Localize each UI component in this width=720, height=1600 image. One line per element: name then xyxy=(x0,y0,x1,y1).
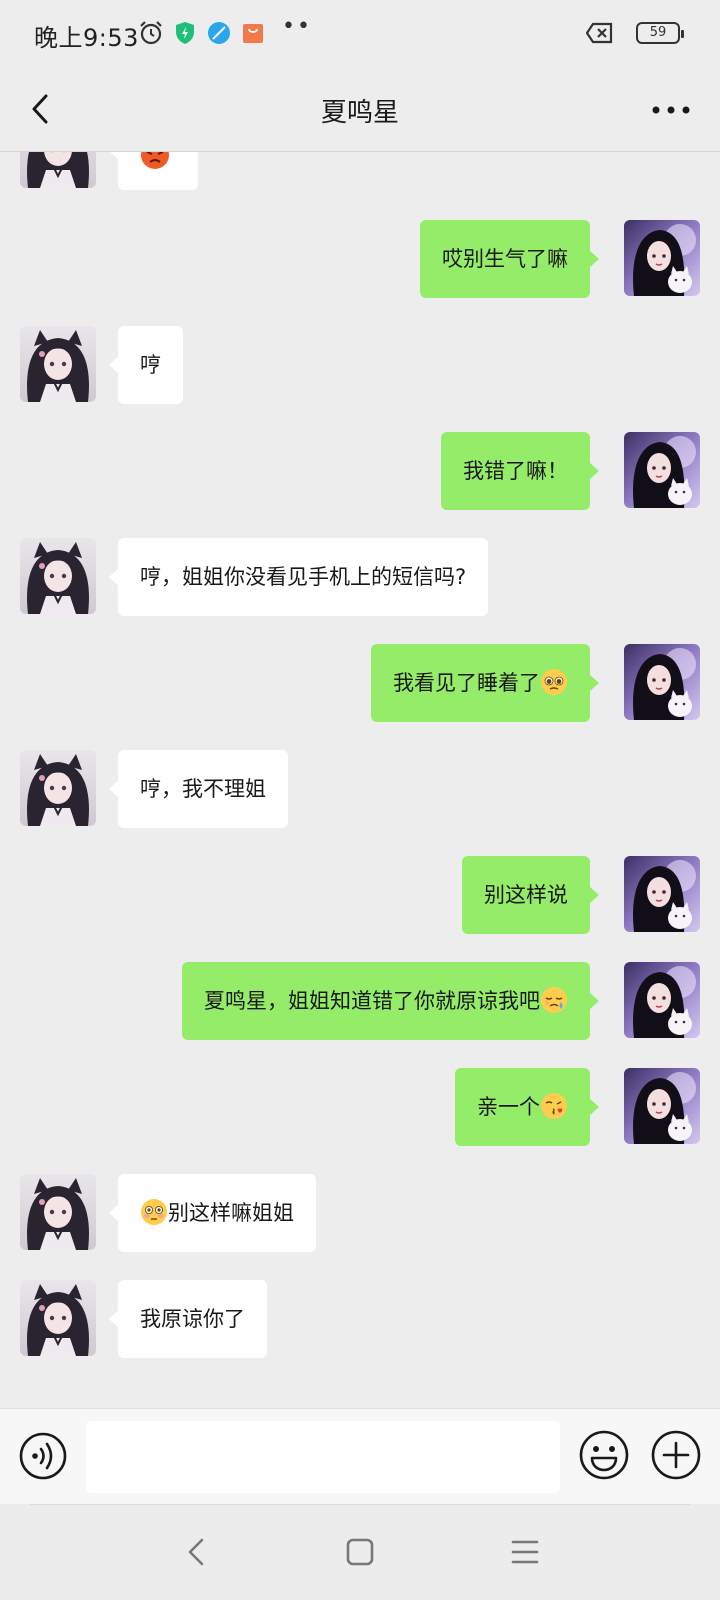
chat-title: 夏鸣星 xyxy=(320,98,399,128)
shield-icon xyxy=(176,22,194,44)
contact-avatar[interactable] xyxy=(20,152,96,188)
message-text: 哼，姐姐你没看见手机上的短信吗? xyxy=(140,565,467,589)
chat-header: 夏鸣星 xyxy=(0,70,720,152)
sent-message-bubble[interactable]: 我错了嘛！ xyxy=(441,432,599,510)
message-input[interactable] xyxy=(86,1421,560,1493)
message-text: 别这样说 xyxy=(484,883,568,907)
kissing-face-emoji-icon xyxy=(540,1092,568,1120)
alarm-icon xyxy=(140,21,162,45)
status-time: 晚上9:53 xyxy=(34,24,139,52)
system-navigation-bar xyxy=(0,1504,720,1600)
more-functions-button[interactable] xyxy=(650,1429,702,1481)
system-home-button[interactable] xyxy=(340,1532,380,1572)
sleepy-face-emoji-icon xyxy=(540,986,568,1014)
battery-indicator: 59 xyxy=(636,22,684,44)
message-text: 哎别生气了嘛 xyxy=(442,247,568,271)
my-avatar[interactable] xyxy=(624,1068,700,1144)
message-text: 我看见了睡着了 xyxy=(393,671,540,695)
message-text: 夏鸣星，姐姐知道错了你就原谅我吧 xyxy=(204,989,540,1013)
received-message-bubble[interactable]: 别这样嘛姐姐 xyxy=(109,1174,316,1252)
more-options-button[interactable] xyxy=(646,92,696,128)
message-text: 我原谅你了 xyxy=(140,1307,245,1331)
sent-message-bubble[interactable]: 哎别生气了嘛 xyxy=(420,220,599,298)
message-text: 哼 xyxy=(140,353,161,377)
divider xyxy=(30,1504,690,1505)
angry-face-emoji-icon xyxy=(141,152,169,169)
my-avatar[interactable] xyxy=(624,644,700,720)
received-message-bubble[interactable]: 我原谅你了 xyxy=(109,1280,267,1358)
my-avatar[interactable] xyxy=(624,432,700,508)
my-avatar[interactable] xyxy=(624,856,700,932)
received-message-bubble[interactable]: 哼，我不理姐 xyxy=(109,750,288,828)
no-sim-icon xyxy=(586,22,613,44)
emoji-button[interactable] xyxy=(578,1429,630,1481)
received-message-bubble[interactable]: 哼，姐姐你没看见手机上的短信吗? xyxy=(108,538,489,616)
message-text: 亲一个 xyxy=(477,1095,540,1119)
sent-message-bubble[interactable]: 夏鸣星，姐姐知道错了你就原谅我吧 xyxy=(182,962,599,1040)
message-text: 我错了嘛！ xyxy=(463,459,568,483)
sent-message-bubble[interactable]: 别这样说 xyxy=(462,856,599,934)
system-back-button[interactable] xyxy=(178,1532,218,1572)
system-menu-button[interactable] xyxy=(505,1532,545,1572)
message-list[interactable]: 哎别生气了嘛哼我错了嘛！ 哼，姐姐你没看见手机上的短信吗? 我看见了睡着了哼，我不理… xyxy=(0,152,720,1408)
contact-avatar[interactable] xyxy=(20,326,96,402)
my-avatar[interactable] xyxy=(624,962,700,1038)
message-bubble-partial[interactable] xyxy=(109,152,198,190)
pleading-face-emoji-icon xyxy=(540,668,568,696)
my-avatar[interactable] xyxy=(624,220,700,296)
contact-avatar[interactable] xyxy=(20,1174,96,1250)
flushed-face-emoji-icon xyxy=(140,1198,168,1226)
received-message-bubble[interactable]: 哼 xyxy=(109,326,183,404)
message-text: 哼，我不理姐 xyxy=(140,777,266,801)
sent-message-bubble[interactable]: 我看见了睡着了 xyxy=(371,644,599,722)
input-bar xyxy=(0,1408,720,1504)
status-bar: 晚上9:53 •• 59 xyxy=(0,0,720,70)
voice-input-button[interactable] xyxy=(18,1431,68,1481)
contact-avatar[interactable] xyxy=(20,750,96,826)
sent-message-bubble[interactable]: 亲一个 xyxy=(455,1068,599,1146)
shopping-bag-icon xyxy=(243,24,263,43)
message-text: 别这样嘛姐姐 xyxy=(168,1201,294,1225)
contact-avatar[interactable] xyxy=(20,538,96,614)
contact-avatar[interactable] xyxy=(20,1280,96,1356)
more-notifications-icon: •• xyxy=(282,14,312,39)
app-feather-icon xyxy=(208,22,230,44)
